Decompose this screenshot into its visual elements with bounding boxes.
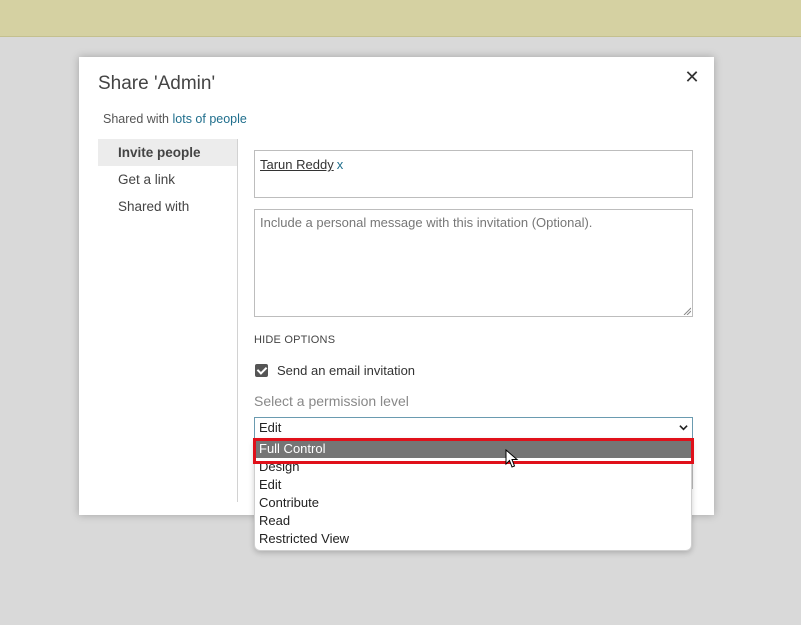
nav-item-get-a-link[interactable]: Get a link [98, 166, 238, 193]
close-icon: ✕ [684, 67, 700, 87]
person-chip: Tarun Reddy [260, 157, 334, 172]
shared-with-link[interactable]: lots of people [173, 112, 247, 126]
send-email-row[interactable]: Send an email invitation [255, 363, 415, 378]
permission-selected-value: Edit [259, 420, 282, 435]
option-read[interactable]: Read [255, 512, 691, 530]
permission-level-label: Select a permission level [254, 393, 409, 409]
shared-with-prefix: Shared with [103, 112, 170, 126]
people-picker-input[interactable]: Tarun Reddy x [254, 150, 693, 198]
option-full-control[interactable]: Full Control [255, 440, 691, 458]
option-contribute[interactable]: Contribute [255, 494, 691, 512]
top-banner [0, 0, 801, 37]
send-email-label: Send an email invitation [277, 363, 416, 378]
dialog-title: Share 'Admin' [98, 73, 216, 94]
option-design[interactable]: Design [255, 458, 691, 476]
nav-divider [237, 139, 238, 502]
share-nav: Invite people Get a link Shared with [98, 139, 238, 220]
shared-with-summary: Shared with lots of people [103, 112, 247, 126]
nav-item-shared-with[interactable]: Shared with [98, 193, 238, 220]
resize-grip-icon[interactable] [683, 307, 691, 315]
chevron-down-icon [679, 425, 688, 431]
permission-level-select[interactable]: Edit [254, 417, 693, 439]
option-restricted-view[interactable]: Restricted View [255, 530, 691, 548]
nav-item-invite-people[interactable]: Invite people [98, 139, 238, 166]
option-edit[interactable]: Edit [255, 476, 691, 494]
personal-message-textarea[interactable]: Include a personal message with this inv… [254, 209, 693, 317]
send-email-checkbox[interactable] [255, 364, 268, 377]
close-button[interactable]: ✕ [682, 67, 702, 87]
hide-options-link[interactable]: HIDE OPTIONS [254, 334, 335, 346]
message-placeholder: Include a personal message with this inv… [260, 215, 593, 230]
permission-dropdown-list: Full Control Design Edit Contribute Read… [254, 439, 692, 551]
remove-person-button[interactable]: x [337, 157, 344, 172]
